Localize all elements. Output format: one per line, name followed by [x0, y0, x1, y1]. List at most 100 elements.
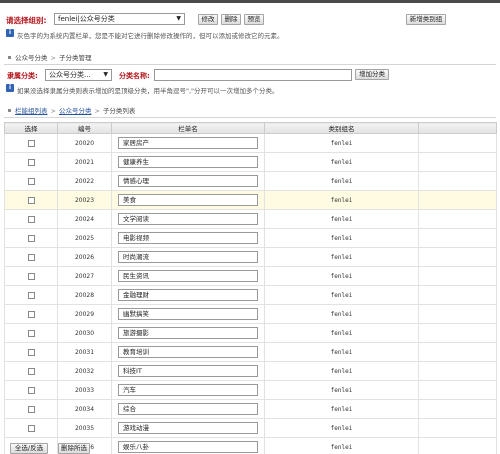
row-select-cell	[4, 399, 58, 419]
row-checkbox[interactable]	[27, 139, 35, 147]
row-id: 20025	[57, 228, 112, 248]
row-blank	[418, 323, 497, 343]
row-name-input[interactable]: 情感心理	[118, 175, 258, 187]
row-id: 20035	[57, 418, 112, 438]
row-checkbox[interactable]	[27, 196, 35, 204]
row-select-cell	[4, 209, 58, 229]
row-name-input[interactable]: 教育培训	[118, 346, 258, 358]
select-all-button[interactable]: 全选/反选	[10, 443, 48, 454]
breadcrumb-category[interactable]: 公众号分类	[59, 107, 92, 115]
row-name-input[interactable]: 金融理财	[118, 289, 258, 301]
table-row: 20028 金融理财 fenlei	[4, 285, 497, 305]
separator: >	[50, 54, 56, 62]
row-name-input[interactable]: 游戏动漫	[118, 422, 258, 434]
row-checkbox[interactable]	[27, 424, 35, 432]
row-name-input[interactable]: 美食	[118, 194, 258, 206]
row-name-input[interactable]: 时尚潮流	[118, 251, 258, 263]
row-name-input[interactable]: 综合	[118, 403, 258, 415]
table-row: 20032 科技IT fenlei	[4, 361, 497, 381]
tip-text-add: 如果没选择隶属分类则表示增加的是顶级分类，用半角逗号","分开可以一次增加多个分…	[17, 87, 279, 95]
row-name-input[interactable]: 汽车	[118, 384, 258, 396]
delete-selected-button[interactable]: 删除所选	[58, 443, 90, 454]
row-checkbox[interactable]	[27, 215, 35, 223]
row-checkbox[interactable]	[27, 253, 35, 261]
row-checkbox[interactable]	[27, 405, 35, 413]
row-checkbox[interactable]	[27, 348, 35, 356]
row-group: fenlei	[264, 285, 419, 305]
row-name-cell: 民生资讯	[111, 266, 265, 286]
row-name-input[interactable]: 幽默搞笑	[118, 308, 258, 320]
row-group: fenlei	[264, 152, 419, 172]
header-name: 栏单名	[111, 122, 265, 134]
row-group: fenlei	[264, 133, 419, 153]
row-name-cell: 情感心理	[111, 171, 265, 191]
row-name-input[interactable]: 旅游摄影	[118, 327, 258, 339]
row-select-cell	[4, 361, 58, 381]
row-group: fenlei	[264, 342, 419, 362]
row-name-input[interactable]: 娱乐八卦	[118, 441, 258, 453]
row-checkbox[interactable]	[27, 386, 35, 394]
row-id: 20023	[57, 190, 112, 210]
breadcrumb: 栏能组列表 > 公众号分类 > 子分类列表	[4, 104, 496, 118]
row-blank	[418, 133, 497, 153]
row-checkbox[interactable]	[27, 272, 35, 280]
row-id: 20029	[57, 304, 112, 324]
row-id: 20021	[57, 152, 112, 172]
table-row: 20035 游戏动漫 fenlei	[4, 418, 497, 438]
group-select[interactable]: fenlei|公众号分类 ▼	[54, 13, 185, 25]
category-name-input[interactable]	[154, 69, 352, 81]
row-name-cell: 金融理财	[111, 285, 265, 305]
table-header-row: 选择 编号 栏单名 类别组名	[4, 122, 497, 134]
table-row: 20034 综合 fenlei	[4, 399, 497, 419]
table-row: 20020 家居房产 fenlei	[4, 133, 497, 153]
row-id: 20020	[57, 133, 112, 153]
row-select-cell	[4, 323, 58, 343]
row-checkbox[interactable]	[27, 158, 35, 166]
table-row: 20026 时尚潮流 fenlei	[4, 247, 497, 267]
table-row: 20025 电影视频 fenlei	[4, 228, 497, 248]
row-select-cell	[4, 228, 58, 248]
select-group-label: 请选择组别:	[6, 16, 47, 25]
row-group: fenlei	[264, 380, 419, 400]
row-group: fenlei	[264, 418, 419, 438]
table-row: 20024 文学阅读 fenlei	[4, 209, 497, 229]
row-checkbox[interactable]	[27, 291, 35, 299]
parent-category-select[interactable]: 公众号分类... ▼	[45, 69, 112, 81]
row-group: fenlei	[264, 190, 419, 210]
row-select-cell	[4, 266, 58, 286]
row-group: fenlei	[264, 437, 419, 454]
row-name-input[interactable]: 科技IT	[118, 365, 258, 377]
table-row: 20022 情感心理 fenlei	[4, 171, 497, 191]
row-checkbox[interactable]	[27, 367, 35, 375]
preview-button[interactable]: 预览	[244, 14, 264, 25]
row-name-input[interactable]: 文学阅读	[118, 213, 258, 225]
row-name-input[interactable]: 健康养生	[118, 156, 258, 168]
add-category-button[interactable]: 增加分类	[355, 69, 389, 80]
row-name-input[interactable]: 民生资讯	[118, 270, 258, 282]
row-name-input[interactable]: 电影视频	[118, 232, 258, 244]
row-blank	[418, 437, 497, 454]
row-checkbox[interactable]	[27, 329, 35, 337]
row-checkbox[interactable]	[27, 177, 35, 185]
row-name-cell: 综合	[111, 399, 265, 419]
row-group: fenlei	[264, 399, 419, 419]
separator: >	[94, 107, 100, 115]
row-select-cell	[4, 342, 58, 362]
breadcrumb-group-list[interactable]: 栏能组列表	[15, 107, 48, 115]
row-name-cell: 时尚潮流	[111, 247, 265, 267]
row-blank	[418, 380, 497, 400]
row-checkbox[interactable]	[27, 234, 35, 242]
row-select-cell	[4, 247, 58, 267]
row-select-cell	[4, 380, 58, 400]
row-name-input[interactable]: 家居房产	[118, 137, 258, 149]
row-blank	[418, 171, 497, 191]
new-group-button[interactable]: 新增类别组	[406, 14, 446, 25]
row-checkbox[interactable]	[27, 310, 35, 318]
header-blank	[418, 122, 497, 134]
row-group: fenlei	[264, 247, 419, 267]
header-group: 类别组名	[264, 122, 419, 134]
table-row: 20030 旅游摄影 fenlei	[4, 323, 497, 343]
row-id: 20022	[57, 171, 112, 191]
delete-button[interactable]: 删除	[221, 14, 241, 25]
modify-button[interactable]: 修改	[198, 14, 218, 25]
